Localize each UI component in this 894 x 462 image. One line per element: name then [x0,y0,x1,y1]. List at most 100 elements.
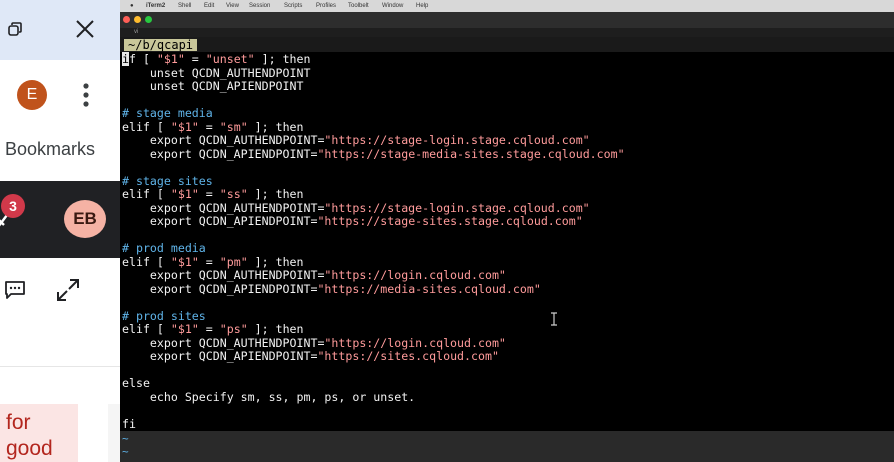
code-line: export QCDN_APIENDPOINT="https://stage-s… [122,214,625,229]
code-string: "https://stage-sites.stage.cqloud.com" [317,214,583,228]
code-string: "https://login.cqloud.com" [324,268,506,282]
code-string: "https://sites.cqloud.com" [317,349,499,363]
code-line: elif [ "$1" = "ss" ]; then [122,187,625,202]
code-token: export QCDN_APIENDPOINT= [122,214,318,228]
close-icon[interactable] [74,18,96,40]
restore-window-icon[interactable] [8,22,22,36]
code-line: echo Specify sm, ss, pm, ps, or unset. [122,389,416,404]
code-line: export QCDN_AUTHENDPOINT="https://stage-… [122,133,625,148]
account-avatar[interactable]: EB [64,200,106,238]
card-text: for good [6,411,53,460]
code-line: unset QCDN_APIENDPOINT [122,79,304,93]
code-token: export QCDN_AUTHENDPOINT= [122,133,325,147]
code-line: elif [ "$1" = "pm" ]; then [122,254,625,270]
empty-buffer-area [120,431,894,462]
code-token: elif [ [122,254,171,269]
code-string: "$1" [170,119,199,134]
menu-session[interactable]: Session [249,0,270,12]
code-line: export QCDN_APIENDPOINT="https://sites.c… [122,349,625,364]
menu-profiles[interactable]: Profiles [316,0,336,12]
code-token: ]; then [247,119,304,134]
feedback-chat-icon[interactable] [4,280,26,300]
window-title-bar [120,12,894,28]
code-token: export QCDN_APIENDPOINT= [122,349,318,363]
code-string: "https://media-sites.cqloud.com" [317,281,541,296]
menu-view[interactable]: View [226,0,239,12]
code-line: elif [ "$1" = "sm" ]; then [122,119,625,135]
close-window-button[interactable] [123,16,130,23]
content-card[interactable]: for good [0,404,78,462]
code-token: ]; then [247,187,304,201]
zoom-window-button[interactable] [145,16,152,23]
terminal-window[interactable]: ● iTerm2 Shell Edit View Session Scripts… [120,0,894,462]
menu-edit[interactable]: Edit [204,0,214,12]
menu-help[interactable]: Help [416,0,428,12]
code-line: else [122,376,150,390]
divider [0,366,120,367]
code-token: export QCDN_AUTHENDPOINT= [122,200,325,215]
code-token: elif [ [122,187,171,201]
scrollbar[interactable] [108,404,120,462]
empty-line-marker: ~ [122,445,129,458]
code-token: f [ [128,52,157,66]
code-token: = [184,52,206,66]
code-string: "https://login.cqloud.com" [324,335,506,350]
menu-toolbelt[interactable]: Toolbelt [348,0,369,12]
code-token: export QCDN_AUTHENDPOINT= [122,335,325,350]
menu-app-name[interactable]: iTerm2 [146,0,165,12]
code-token: export QCDN_AUTHENDPOINT= [122,268,325,282]
code-line: unset QCDN_AUTHENDPOINT [122,65,311,80]
current-path-badge: ~/b/qcapi [124,39,198,51]
code-token: export QCDN_APIENDPOINT= [122,281,318,296]
code-string: "https://stage-media-sites.stage.cqloud.… [317,146,625,161]
menu-shell[interactable]: Shell [178,0,191,12]
code-string: "$1" [170,254,199,269]
code-string: "https://stage-login.stage.cqloud.com" [324,200,590,215]
code-token: ]; then [254,52,311,66]
code-string: "$1" [170,322,199,336]
code-line: export QCDN_APIENDPOINT="https://media-s… [122,281,625,297]
code-token: export QCDN_APIENDPOINT= [122,146,318,161]
code-string: "sm" [219,119,248,134]
code-string: "https://stage-login.stage.cqloud.com" [324,133,590,147]
code-string: "$1" [156,52,185,66]
code-line: export QCDN_AUTHENDPOINT="https://stage-… [122,200,625,216]
code-token: = [198,254,220,269]
menu-scripts[interactable]: Scripts [284,0,302,12]
code-comment: # stage media [122,106,213,120]
mac-menu-bar: ● iTerm2 Shell Edit View Session Scripts… [120,0,894,12]
bookmarks-menu-item[interactable]: l Bookmarks [0,139,95,160]
code-token: elif [ [122,322,171,336]
code-token: = [198,119,220,134]
code-string: "$1" [170,187,199,201]
code-string: "pm" [219,254,248,269]
text-ibeam-cursor-icon [551,312,557,326]
code-string: "ss" [219,187,248,201]
tab-vi[interactable]: vi [134,28,138,37]
code-line: export QCDN_AUTHENDPOINT="https://login.… [122,268,625,283]
menu-window[interactable]: Window [382,0,403,12]
code-token: = [198,322,220,336]
apple-icon[interactable]: ● [130,0,134,12]
browser-side-panel: E l Bookmarks 3 EB for good [0,0,120,462]
minimize-window-button[interactable] [134,16,141,23]
code-token: ]; then [247,254,304,269]
code-line: if [ "$1" = "unset" ]; then [122,52,625,67]
expand-icon[interactable] [56,278,80,302]
code-string: "unset" [205,52,255,66]
code-editor[interactable]: if [ "$1" = "unset" ]; then unset QCDN_A… [122,52,625,431]
profile-menu-area [0,60,120,180]
more-vert-icon[interactable] [80,80,92,110]
code-token: ]; then [247,322,304,336]
session-status-bar: ~/b/qcapi [120,37,894,52]
code-string: "ps" [219,322,248,336]
code-line: export QCDN_AUTHENDPOINT="https://login.… [122,335,625,351]
code-comment: # stage sites [122,173,213,188]
profile-avatar[interactable]: E [17,80,47,110]
